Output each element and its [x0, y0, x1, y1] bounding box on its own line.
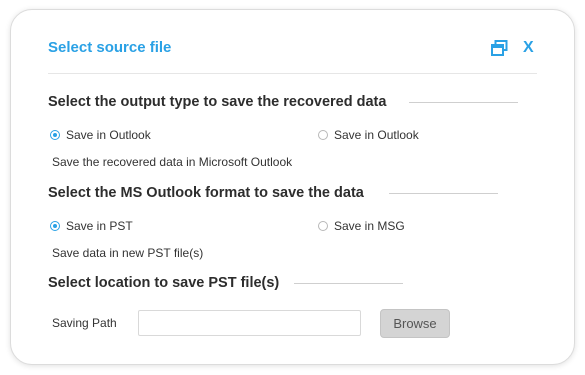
browse-button[interactable]: Browse [380, 309, 450, 338]
radio-label: Save in Outlook [66, 128, 151, 142]
output-type-description: Save the recovered data in Microsoft Out… [52, 155, 293, 169]
outlook-format-description: Save data in new PST file(s) [52, 246, 204, 260]
radio-save-in-outlook-1[interactable]: Save in Outlook [50, 128, 151, 142]
radio-save-in-pst[interactable]: Save in PST [50, 219, 133, 233]
radio-label: Save in PST [66, 219, 133, 233]
select-source-file-dialog: Select source file X Select the output t… [10, 9, 575, 365]
radio-label: Save in Outlook [334, 128, 419, 142]
location-heading: Select location to save PST file(s) [48, 275, 280, 291]
location-heading-rule [294, 283, 403, 284]
radio-checked-icon [50, 130, 60, 140]
output-type-heading: Select the output type to save the recov… [48, 94, 387, 110]
radio-checked-icon [50, 221, 60, 231]
output-type-heading-rule [409, 102, 518, 103]
restore-window-icon[interactable] [491, 40, 508, 56]
radio-label: Save in MSG [334, 219, 405, 233]
saving-path-input[interactable] [138, 310, 361, 336]
title-divider [48, 73, 537, 74]
radio-unchecked-icon [318, 221, 328, 231]
outlook-format-heading: Select the MS Outlook format to save the… [48, 185, 364, 201]
dialog-title: Select source file [48, 39, 172, 56]
outlook-format-heading-rule [389, 193, 498, 194]
radio-save-in-msg[interactable]: Save in MSG [318, 219, 405, 233]
radio-save-in-outlook-2[interactable]: Save in Outlook [318, 128, 419, 142]
radio-unchecked-icon [318, 130, 328, 140]
close-icon[interactable]: X [523, 39, 534, 57]
saving-path-label: Saving Path [52, 316, 117, 330]
